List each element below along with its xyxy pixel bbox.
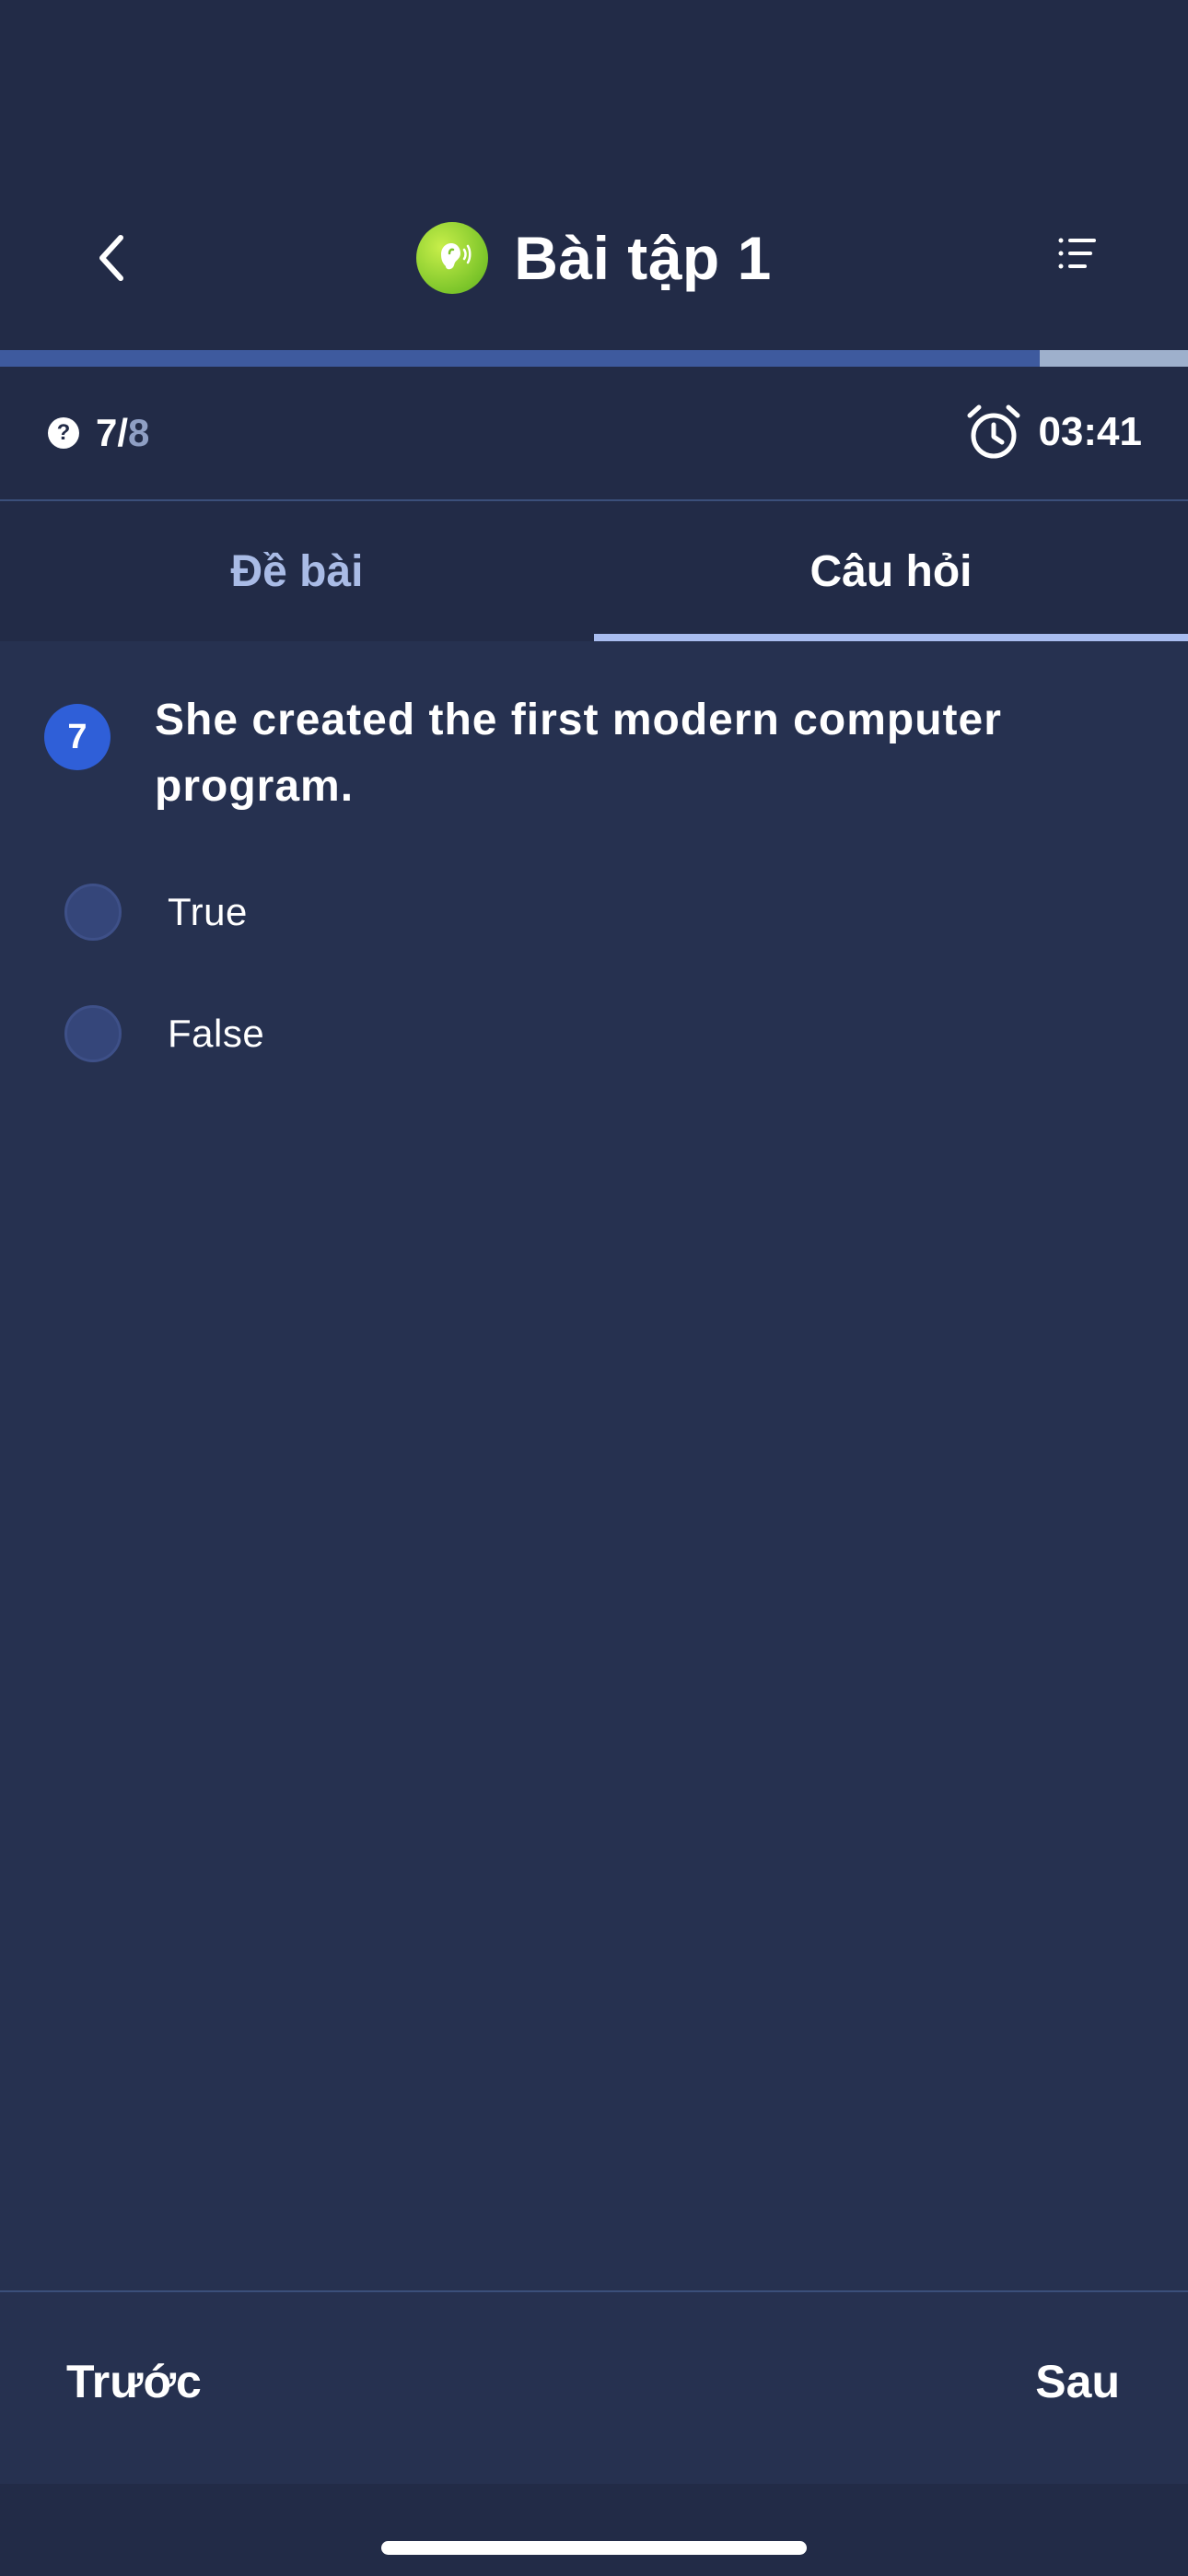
option-true[interactable]: True <box>64 875 801 949</box>
question-counter: ? 7/8 <box>48 405 149 461</box>
progress-bar <box>0 350 1188 367</box>
total-questions: 8 <box>128 411 150 454</box>
home-indicator-area <box>0 2484 1188 2576</box>
option-false-label: False <box>168 1012 265 1055</box>
countdown-timer: 03:41 <box>964 402 1142 463</box>
tab-passage[interactable]: Đề bài <box>0 501 594 641</box>
list-icon <box>1058 238 1096 269</box>
option-true-label: True <box>168 890 248 933</box>
next-button[interactable]: Sau <box>1035 2355 1120 2408</box>
progress-bar-fill <box>0 350 1040 367</box>
header-title-group: Bài tập 1 <box>0 212 1188 304</box>
previous-button[interactable]: Trước <box>66 2355 202 2408</box>
question-number-badge: 7 <box>44 704 111 770</box>
tab-questions[interactable]: Câu hỏi <box>594 501 1188 641</box>
home-indicator[interactable] <box>381 2541 807 2555</box>
status-row: ? 7/8 03:41 <box>0 367 1188 501</box>
question-block: 7 She created the first modern computer … <box>44 687 1149 820</box>
tab-bar: Đề bài Câu hỏi <box>0 501 1188 641</box>
page-title: Bài tập 1 <box>514 224 772 292</box>
option-false-radio[interactable] <box>64 1005 122 1062</box>
option-false[interactable]: False <box>64 997 801 1071</box>
help-icon: ? <box>48 417 79 449</box>
app-header: Bài tập 1 <box>0 0 1188 352</box>
option-true-radio[interactable] <box>64 884 122 941</box>
timer-value: 03:41 <box>1038 409 1142 454</box>
current-question-number: 7 <box>96 411 118 454</box>
question-text: She created the first modern computer pr… <box>155 696 1002 811</box>
counter-separator: / <box>117 411 129 454</box>
footer-nav: Trước Sau <box>0 2290 1188 2484</box>
alarm-clock-icon <box>967 404 1020 459</box>
ear-listening-icon <box>416 222 489 294</box>
question-list-button[interactable] <box>1050 226 1105 281</box>
